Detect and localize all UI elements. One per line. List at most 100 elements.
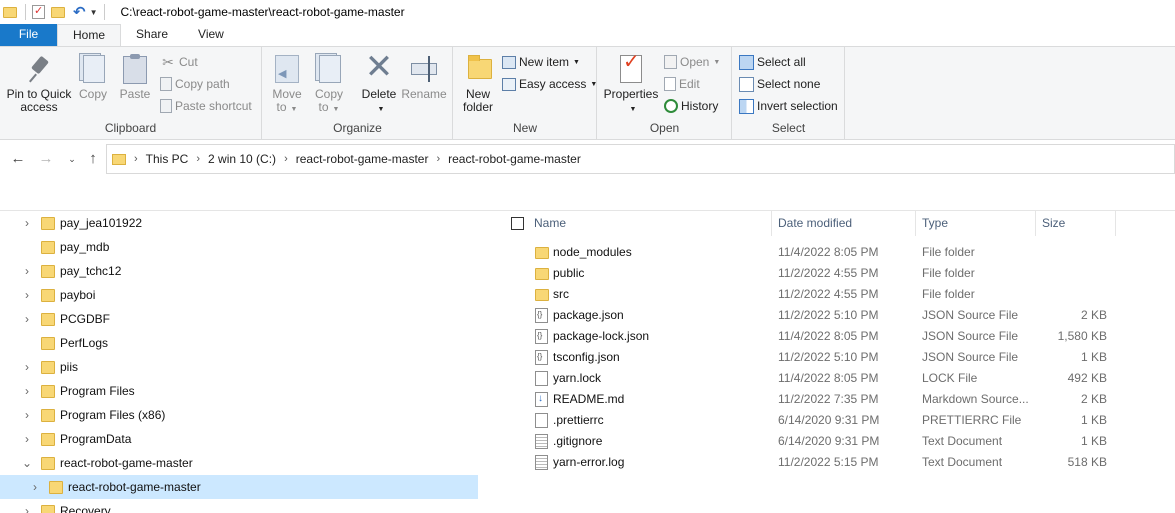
- tab-home[interactable]: Home: [57, 24, 122, 46]
- file-row[interactable]: .gitignore 6/14/2020 9:31 PM Text Document…: [497, 431, 1175, 452]
- properties-quick-icon[interactable]: [32, 4, 45, 19]
- rename-button[interactable]: Rename: [401, 53, 447, 101]
- file-row[interactable]: node_modules 11/4/2022 8:05 PM File folder: [497, 242, 1175, 263]
- tree-item[interactable]: › Program Files: [0, 379, 478, 403]
- file-row[interactable]: tsconfig.json 11/2/2022 5:10 PM JSON Sourc…: [497, 347, 1175, 368]
- edit-button[interactable]: Edit: [664, 74, 700, 94]
- file-row[interactable]: .prettierrc 6/14/2020 9:31 PM PRETTIERRC F…: [497, 410, 1175, 431]
- json-file-icon: [535, 350, 548, 365]
- tree-item[interactable]: › react-robot-game-master: [0, 475, 478, 499]
- tree-item[interactable]: › piis: [0, 355, 478, 379]
- folder-icon: [535, 247, 549, 259]
- copy-to-button[interactable]: Copy to ▼: [311, 53, 347, 116]
- back-arrow-icon[interactable]: ←: [10, 148, 26, 170]
- file-row[interactable]: src 11/2/2022 4:55 PM File folder: [497, 284, 1175, 305]
- organize-group: Move to▼ Copy to▼ ✕ Delete ▼ Rename Orga…: [263, 47, 453, 139]
- chevron-right-icon[interactable]: ›: [20, 264, 34, 278]
- tree-item-label: react-robot-game-master: [60, 456, 193, 470]
- file-row[interactable]: package-lock.json 11/4/2022 8:05 PM JSON S…: [497, 326, 1175, 347]
- chevron-right-icon[interactable]: ›: [28, 480, 42, 494]
- column-header-date-modified[interactable]: Date modified: [772, 211, 916, 236]
- tree-item[interactable]: › pay_jea101922: [0, 211, 478, 235]
- recent-locations-chevron-icon[interactable]: ⌄: [64, 148, 80, 170]
- breadcrumb-this-pc[interactable]: This PC: [146, 152, 189, 166]
- chevron-down-icon[interactable]: ⌄: [20, 456, 34, 470]
- new-item-button[interactable]: New item ▼: [502, 52, 580, 72]
- chevron-right-icon[interactable]: ›: [20, 312, 34, 326]
- tree-item[interactable]: › PCGDBF: [0, 307, 478, 331]
- file-row[interactable]: yarn-error.log 11/2/2022 5:15 PM Text Docu…: [497, 452, 1175, 473]
- new-folder-quick-icon[interactable]: [51, 4, 67, 20]
- tree-item[interactable]: › payboi: [0, 283, 478, 307]
- file-row[interactable]: package.json 11/2/2022 5:10 PM JSON Source…: [497, 305, 1175, 326]
- tree-item-label: pay_jea101922: [60, 216, 143, 230]
- cut-button[interactable]: ✂ Cut: [160, 52, 198, 72]
- paste-shortcut-icon: [160, 99, 172, 113]
- chevron-right-icon[interactable]: ›: [134, 153, 138, 165]
- move-to-button[interactable]: Move to▼: [269, 53, 305, 116]
- file-date-modified: 11/4/2022 8:05 PM: [778, 371, 879, 385]
- new-folder-button[interactable]: New folder: [460, 53, 496, 114]
- chevron-right-icon[interactable]: ›: [284, 153, 288, 165]
- tree-item[interactable]: › Recovery: [0, 499, 478, 513]
- tree-item[interactable]: pay_mdb: [0, 235, 478, 259]
- copy-button[interactable]: Copy: [76, 53, 110, 101]
- properties-button[interactable]: Properties ▼: [602, 53, 660, 116]
- column-header-name[interactable]: Name: [528, 211, 772, 236]
- select-all-button[interactable]: Select all: [739, 52, 806, 72]
- paste-shortcut-button[interactable]: Paste shortcut: [160, 96, 252, 116]
- file-type: Text Document: [922, 434, 1003, 448]
- tree-item[interactable]: ⌄ react-robot-game-master: [0, 451, 478, 475]
- title-bar: ↶ ▼ C:\react-robot-game-master\react-rob…: [0, 0, 1175, 24]
- invert-selection-label: Invert selection: [757, 99, 838, 113]
- open-button[interactable]: Open ▼: [664, 52, 720, 72]
- organize-group-label: Organize: [333, 121, 382, 135]
- easy-access-button[interactable]: Easy access ▼: [502, 74, 597, 94]
- chevron-right-icon[interactable]: ›: [20, 408, 34, 422]
- tab-share[interactable]: Share: [121, 24, 183, 46]
- forward-arrow-icon[interactable]: →: [38, 148, 54, 170]
- undo-icon[interactable]: ↶: [73, 3, 86, 21]
- chevron-right-icon[interactable]: ›: [196, 153, 200, 165]
- folder-icon: [41, 216, 55, 230]
- breadcrumb-folder[interactable]: react-robot-game-master: [296, 152, 429, 166]
- tree-item[interactable]: › Program Files (x86): [0, 403, 478, 427]
- pin-to-quick-access-button[interactable]: Pin to Quick access: [4, 53, 74, 114]
- chevron-right-icon[interactable]: ›: [20, 432, 34, 446]
- tree-item[interactable]: › pay_tchc12: [0, 259, 478, 283]
- paste-button[interactable]: Paste: [116, 53, 154, 101]
- column-header-type[interactable]: Type: [916, 211, 1036, 236]
- file-row[interactable]: public 11/2/2022 4:55 PM File folder: [497, 263, 1175, 284]
- history-icon: [664, 99, 678, 113]
- invert-selection-button[interactable]: Invert selection: [739, 96, 838, 116]
- file-date-modified: 11/2/2022 5:10 PM: [778, 308, 879, 322]
- tree-item[interactable]: › ProgramData: [0, 427, 478, 451]
- column-header-size[interactable]: Size: [1036, 211, 1116, 236]
- customize-quick-access-dropdown[interactable]: ▼: [90, 8, 98, 17]
- chevron-right-icon[interactable]: ›: [20, 504, 34, 513]
- tab-file[interactable]: File: [0, 24, 57, 46]
- file-name: tsconfig.json: [553, 350, 620, 364]
- chevron-right-icon[interactable]: ›: [436, 153, 440, 165]
- chevron-right-icon[interactable]: ›: [20, 288, 34, 302]
- tree-item-label: Program Files: [60, 384, 135, 398]
- address-bar[interactable]: › This PC › 2 win 10 (C:) › react-robot-…: [106, 144, 1175, 174]
- tree-item[interactable]: PerfLogs: [0, 331, 478, 355]
- select-none-button[interactable]: Select none: [739, 74, 820, 94]
- file-row[interactable]: README.md 11/2/2022 7:35 PM Markdown Sourc…: [497, 389, 1175, 410]
- chevron-right-icon[interactable]: ›: [20, 216, 34, 230]
- delete-button[interactable]: ✕ Delete ▼: [359, 50, 399, 116]
- copy-path-button[interactable]: Copy path: [160, 74, 230, 94]
- chevron-right-icon[interactable]: ›: [20, 360, 34, 374]
- file-size: 1 KB: [1080, 413, 1107, 427]
- history-button[interactable]: History: [664, 96, 718, 116]
- breadcrumb-drive[interactable]: 2 win 10 (C:): [208, 152, 276, 166]
- breadcrumb-current[interactable]: react-robot-game-master: [448, 152, 581, 166]
- tab-view[interactable]: View: [183, 24, 239, 46]
- select-all-checkbox[interactable]: [511, 217, 524, 230]
- chevron-right-icon[interactable]: ›: [20, 384, 34, 398]
- up-arrow-icon[interactable]: ↑: [85, 148, 101, 170]
- file-row[interactable]: yarn.lock 11/4/2022 8:05 PM LOCK File 492 K…: [497, 368, 1175, 389]
- select-group: Select all Select none Invert selection …: [733, 47, 845, 139]
- json-file-icon: [535, 329, 548, 344]
